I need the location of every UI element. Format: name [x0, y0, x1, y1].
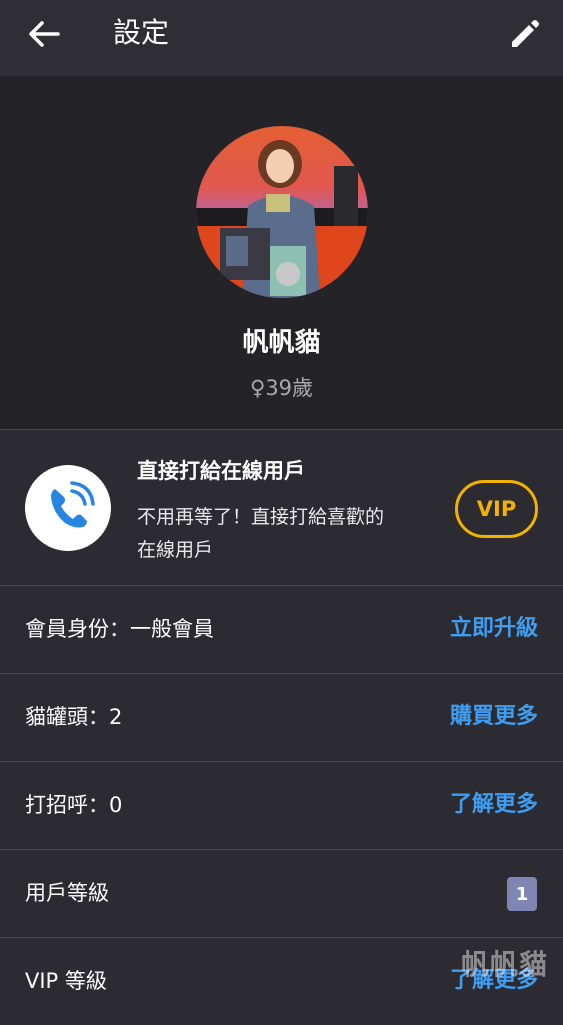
- vip-button[interactable]: VIP: [455, 480, 538, 538]
- watermark: 帆帆貓: [460, 948, 548, 981]
- promo-description-line: 不用再等了！直接打給喜歡的: [137, 506, 385, 528]
- user-level-row: 用戶等級 1: [0, 850, 563, 937]
- edit-button[interactable]: [505, 16, 543, 54]
- upgrade-now-link[interactable]: 立即升級: [450, 613, 538, 645]
- arrow-left-icon: [29, 21, 60, 47]
- profile-name: 帆帆貓: [242, 328, 321, 358]
- promo-description: 不用再等了！直接打給喜歡的 在線用戶: [137, 501, 437, 567]
- vip-level-label: VIP 等級: [25, 969, 107, 993]
- direct-call-promo[interactable]: 直接打給在線用戶 不用再等了！直接打給喜歡的 在線用戶 VIP: [0, 430, 563, 585]
- user-level-label: 用戶等級: [25, 881, 109, 905]
- app-bar: 設定: [0, 0, 563, 76]
- page-title: 設定: [113, 16, 170, 49]
- avatar[interactable]: [196, 126, 368, 298]
- buy-more-link[interactable]: 購買更多: [450, 701, 538, 733]
- membership-label: 會員身份：一般會員: [25, 617, 214, 641]
- avatar-image: [196, 126, 368, 298]
- promo-title: 直接打給在線用戶: [137, 459, 305, 483]
- greetings-row: 打招呼：0 了解更多: [0, 762, 563, 849]
- profile-age: ♀39歲: [249, 376, 314, 400]
- cat-cans-row: 貓罐頭：2 購買更多: [0, 674, 563, 761]
- membership-row: 會員身份：一般會員 立即升級: [0, 586, 563, 673]
- pencil-icon: [512, 20, 539, 47]
- profile-header: 帆帆貓 ♀39歲: [0, 76, 563, 429]
- cat-cans-label: 貓罐頭：2: [25, 705, 123, 729]
- greetings-learn-more-link[interactable]: 了解更多: [450, 789, 538, 821]
- back-button[interactable]: [22, 14, 68, 54]
- user-level-badge: 1: [507, 877, 537, 911]
- promo-description-line: 在線用戶: [137, 539, 214, 561]
- greetings-label: 打招呼：0: [25, 793, 123, 817]
- phone-call-icon: [25, 465, 111, 551]
